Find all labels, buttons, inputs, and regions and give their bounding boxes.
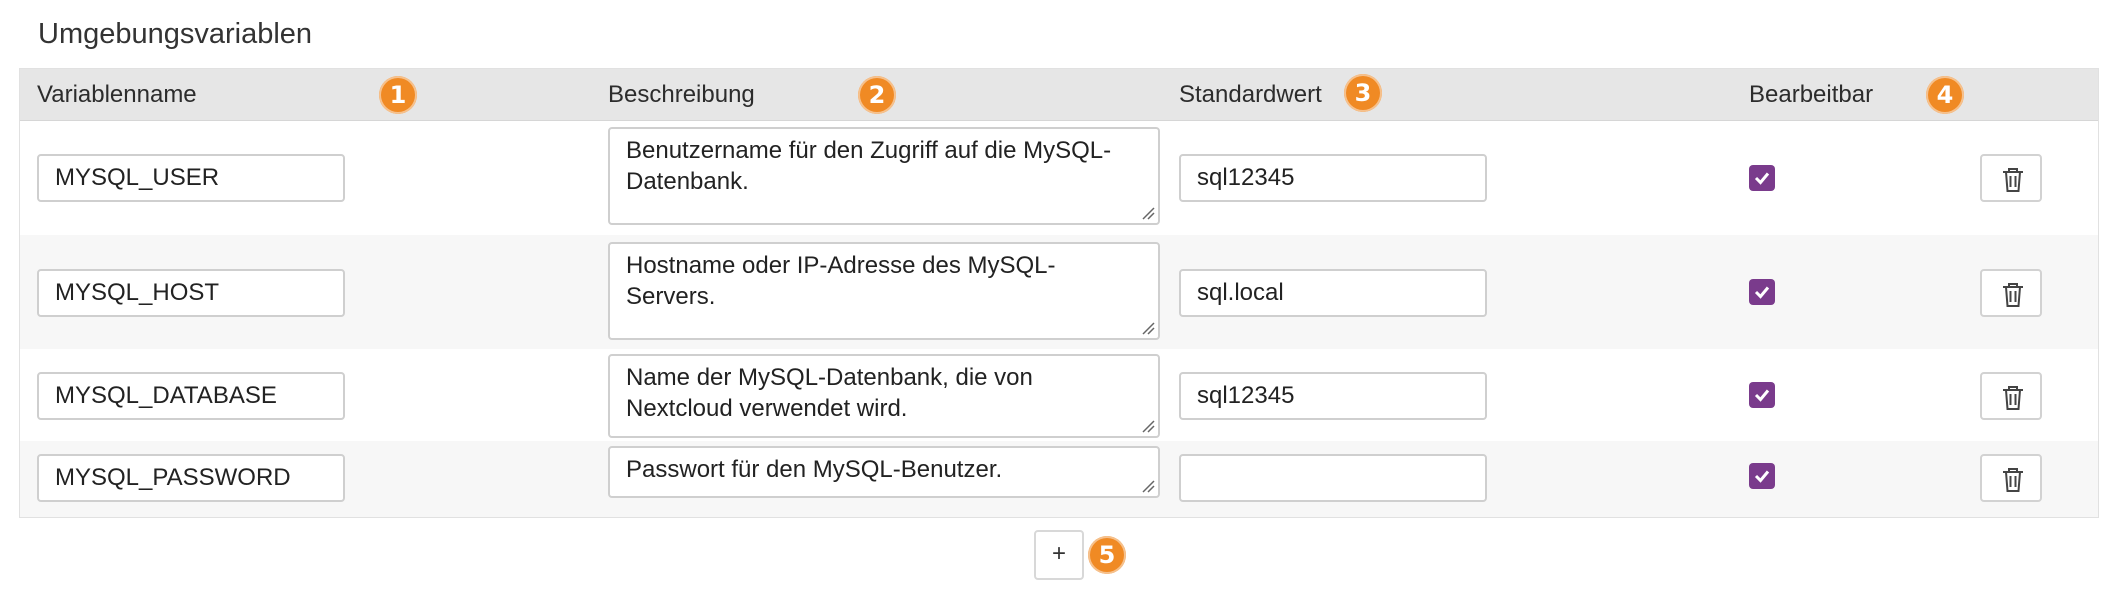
description-text: Name der MySQL-Datenbank, die von Nextcl… <box>626 364 1033 422</box>
editable-checkbox[interactable] <box>1749 382 1775 408</box>
column-header-description: Beschreibung <box>608 81 755 108</box>
default-value-input[interactable]: sql12345 <box>1179 372 1487 420</box>
delete-row-button[interactable] <box>1980 269 2042 317</box>
description-textarea[interactable]: Passwort für den MySQL-Benutzer. <box>608 446 1160 498</box>
description-textarea[interactable]: Name der MySQL-Datenbank, die von Nextcl… <box>608 354 1160 438</box>
environment-variables-panel: Umgebungsvariablen Variablenname 1 Besch… <box>0 0 2114 600</box>
description-textarea[interactable]: Benutzername für den Zugriff auf die MyS… <box>608 127 1160 225</box>
editable-checkbox[interactable] <box>1749 463 1775 489</box>
table-row: MYSQL_PASSWORD Passwort für den MySQL-Be… <box>20 441 2098 517</box>
table-row: MYSQL_USER Benutzername für den Zugriff … <box>20 121 2098 235</box>
resize-handle-icon[interactable] <box>1141 479 1155 493</box>
callout-badge-5: 5 <box>1088 536 1126 574</box>
description-text: Passwort für den MySQL-Benutzer. <box>626 456 1003 483</box>
default-value-input[interactable]: sql12345 <box>1179 154 1487 202</box>
trash-icon <box>2003 386 2023 410</box>
trash-icon <box>2003 168 2023 192</box>
variable-name-input[interactable]: MYSQL_PASSWORD <box>37 454 345 502</box>
callout-badge-3: 3 <box>1344 74 1382 112</box>
add-variable-button[interactable]: + <box>1034 530 1084 580</box>
column-header-default-value: Standardwert <box>1179 81 1322 108</box>
default-value-input[interactable]: sql.local <box>1179 269 1487 317</box>
variable-name-input[interactable]: MYSQL_USER <box>37 154 345 202</box>
description-text: Benutzername für den Zugriff auf die MyS… <box>626 137 1112 195</box>
trash-icon <box>2003 468 2023 492</box>
resize-handle-icon[interactable] <box>1141 321 1155 335</box>
checkmark-icon <box>1754 286 1770 299</box>
delete-row-button[interactable] <box>1980 154 2042 202</box>
variable-name-input[interactable]: MYSQL_DATABASE <box>37 372 345 420</box>
column-header-name: Variablenname <box>37 81 197 108</box>
callout-badge-1: 1 <box>379 76 417 114</box>
delete-row-button[interactable] <box>1980 372 2042 420</box>
table-row: MYSQL_DATABASE Name der MySQL-Datenbank,… <box>20 349 2098 441</box>
trash-icon <box>2003 283 2023 307</box>
callout-badge-2: 2 <box>858 76 896 114</box>
section-title: Umgebungsvariablen <box>38 18 313 50</box>
callout-badge-4: 4 <box>1926 76 1964 114</box>
checkmark-icon <box>1754 470 1770 483</box>
description-text: Hostname oder IP-Adresse des MySQL-Serve… <box>626 252 1056 310</box>
variable-name-input[interactable]: MYSQL_HOST <box>37 269 345 317</box>
table-header: Variablenname 1 Beschreibung 2 Standardw… <box>20 69 2098 121</box>
column-header-editable: Bearbeitbar <box>1749 81 1874 108</box>
resize-handle-icon[interactable] <box>1141 419 1155 433</box>
editable-checkbox[interactable] <box>1749 165 1775 191</box>
table-row: MYSQL_HOST Hostname oder IP-Adresse des … <box>20 235 2098 349</box>
default-value-input[interactable] <box>1179 454 1487 502</box>
resize-handle-icon[interactable] <box>1141 206 1155 220</box>
variables-table: Variablenname 1 Beschreibung 2 Standardw… <box>19 68 2099 518</box>
editable-checkbox[interactable] <box>1749 279 1775 305</box>
description-textarea[interactable]: Hostname oder IP-Adresse des MySQL-Serve… <box>608 242 1160 340</box>
checkmark-icon <box>1754 389 1770 402</box>
checkmark-icon <box>1754 172 1770 185</box>
delete-row-button[interactable] <box>1980 454 2042 502</box>
